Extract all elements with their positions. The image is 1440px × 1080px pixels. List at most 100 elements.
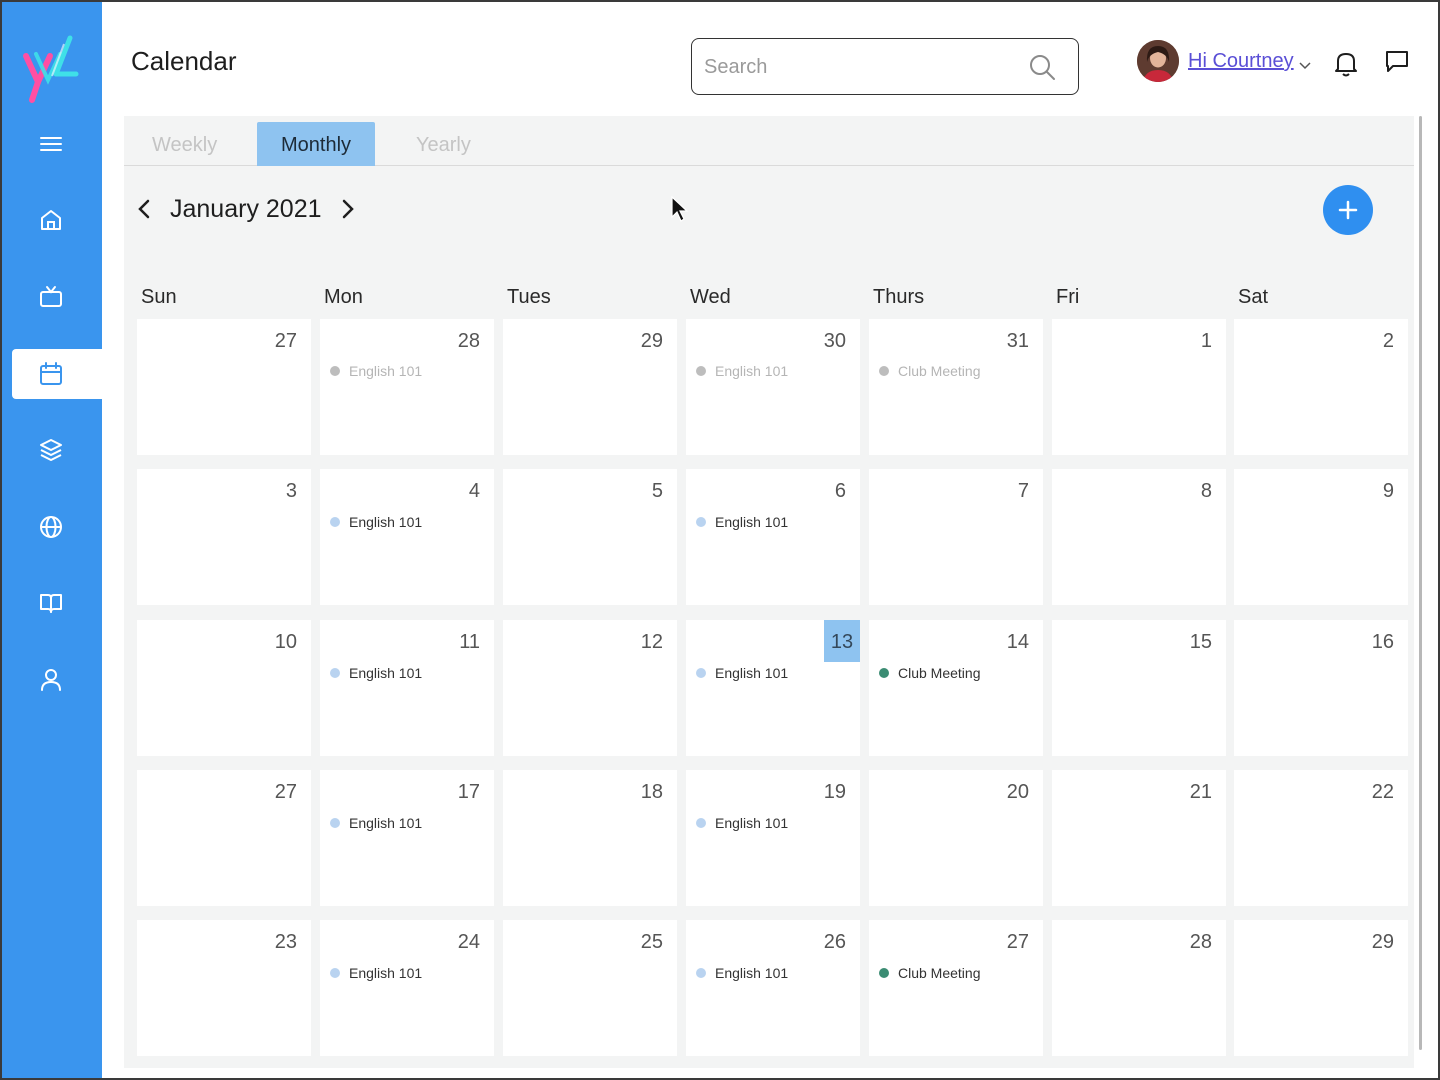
event-item[interactable]: English 101 [330,665,422,681]
day-cell[interactable]: 31 Club Meeting [869,319,1043,455]
day-cell[interactable]: 9 [1234,469,1408,605]
sidebar-item-globe[interactable] [0,502,102,552]
event-label: English 101 [715,815,789,831]
layers-icon [40,439,62,461]
day-cell[interactable]: 20 [869,770,1043,906]
day-cell[interactable]: 14 Club Meeting [869,620,1043,756]
chat-icon[interactable] [1384,48,1410,74]
date-number: 29 [1371,931,1394,953]
sidebar-item-tv[interactable] [0,272,102,322]
day-cell[interactable]: 24 English 101 [320,920,494,1056]
event-dot-icon [696,668,706,678]
sidebar-item-profile[interactable] [0,655,102,705]
day-cell[interactable]: 6 English 101 [686,469,860,605]
event-item[interactable]: Club Meeting [879,665,981,681]
calendar-icon [40,362,62,385]
event-label: Club Meeting [898,965,981,981]
avatar[interactable] [1137,40,1179,82]
day-cell[interactable]: 1 [1052,319,1226,455]
event-label: English 101 [715,363,789,379]
day-cell[interactable]: 28 English 101 [320,319,494,455]
event-dot-icon [696,818,706,828]
event-item[interactable]: English 101 [330,965,422,981]
day-cell[interactable]: 23 [137,920,311,1056]
day-cell[interactable]: 27 [137,770,311,906]
day-cell[interactable]: 27 [137,319,311,455]
day-cell[interactable]: 8 [1052,469,1226,605]
event-label: English 101 [715,665,789,681]
view-tabs: Weekly Monthly Yearly [124,116,1414,166]
event-item[interactable]: English 101 [696,514,788,530]
logo-icon[interactable] [22,34,80,106]
bell-icon[interactable] [1333,49,1359,77]
event-item[interactable]: English 101 [696,665,788,681]
add-event-button[interactable] [1323,185,1373,235]
avatar-image [1137,40,1179,82]
event-label: English 101 [715,965,789,981]
date-number: 27 [274,330,297,352]
sidebar-item-calendar[interactable] [12,349,102,399]
tab-weekly[interactable]: Weekly [128,122,241,166]
event-item[interactable]: English 101 [696,363,788,379]
plus-icon [1338,200,1358,220]
day-cell[interactable]: 17 English 101 [320,770,494,906]
date-number: 11 [459,631,480,653]
event-item[interactable]: English 101 [696,815,788,831]
sidebar [0,0,102,1080]
day-cell[interactable]: 13 English 101 [686,620,860,756]
date-number: 15 [1189,631,1212,653]
sidebar-item-book[interactable] [0,578,102,628]
month-label: January 2021 [170,194,322,223]
event-dot-icon [330,818,340,828]
day-cell[interactable]: 16 [1234,620,1408,756]
tab-yearly[interactable]: Yearly [392,122,495,166]
day-cell[interactable]: 25 [503,920,677,1056]
day-cell[interactable]: 27 Club Meeting [869,920,1043,1056]
day-cell[interactable]: 3 [137,469,311,605]
day-cell[interactable]: 7 [869,469,1043,605]
sidebar-item-home[interactable] [0,195,102,245]
day-cell[interactable]: 11 English 101 [320,620,494,756]
chevron-down-icon[interactable] [1298,58,1312,72]
date-number: 9 [1382,480,1394,502]
day-cell[interactable]: 15 [1052,620,1226,756]
day-cell[interactable]: 26 English 101 [686,920,860,1056]
day-cell[interactable]: 10 [137,620,311,756]
scrollbar[interactable] [1419,116,1422,1050]
day-cell[interactable]: 29 [503,319,677,455]
day-cell[interactable]: 5 [503,469,677,605]
event-item[interactable]: Club Meeting [879,363,981,379]
date-number: 24 [457,931,480,953]
day-cell[interactable]: 12 [503,620,677,756]
event-dot-icon [696,366,706,376]
event-label: English 101 [349,965,423,981]
weekday-header: Sun Mon Tues Wed Thurs Fri Sat [137,286,1393,316]
date-number: 10 [274,631,297,653]
day-cell[interactable]: 29 [1234,920,1408,1056]
user-greeting[interactable]: Hi Courtney [1188,50,1294,73]
day-cell[interactable]: 21 [1052,770,1226,906]
search-input[interactable] [704,51,1024,83]
event-item[interactable]: Club Meeting [879,965,981,981]
day-cell[interactable]: 28 [1052,920,1226,1056]
day-cell[interactable]: 22 [1234,770,1408,906]
event-item[interactable]: English 101 [330,815,422,831]
chevron-right-icon[interactable] [336,198,358,220]
sidebar-item-layers[interactable] [0,425,102,475]
event-label: English 101 [349,363,423,379]
day-cell[interactable]: 18 [503,770,677,906]
menu-button[interactable] [0,119,102,169]
event-item[interactable]: English 101 [330,514,422,530]
day-cell[interactable]: 2 [1234,319,1408,455]
date-number: 16 [1371,631,1394,653]
day-cell[interactable]: 4 English 101 [320,469,494,605]
date-number: 26 [823,931,846,953]
chevron-left-icon[interactable] [134,198,156,220]
event-dot-icon [696,517,706,527]
event-item[interactable]: English 101 [696,965,788,981]
event-item[interactable]: English 101 [330,363,422,379]
tab-monthly[interactable]: Monthly [257,122,376,166]
day-cell[interactable]: 30 English 101 [686,319,860,455]
search-icon[interactable] [1028,53,1056,81]
day-cell[interactable]: 19 English 101 [686,770,860,906]
